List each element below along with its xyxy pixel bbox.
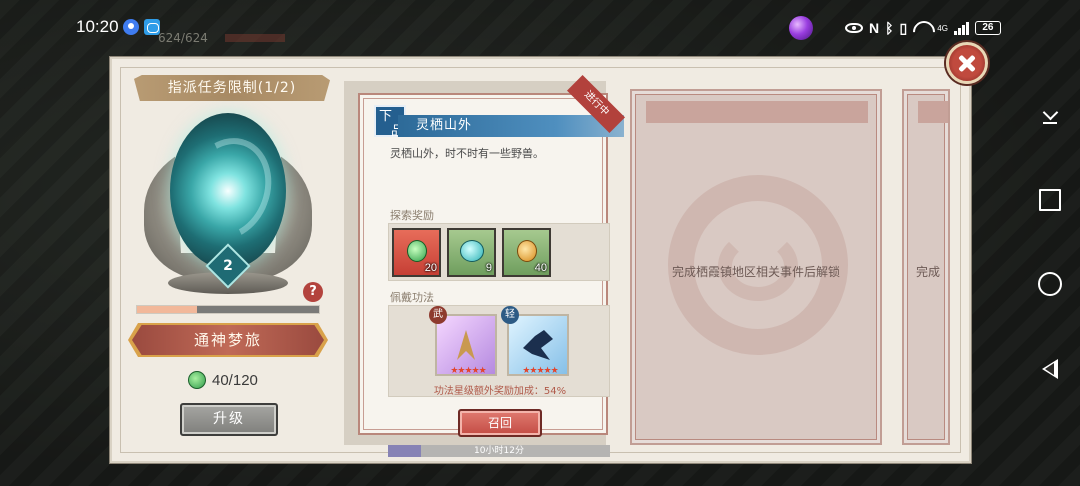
status-time: 10:20 <box>76 17 119 36</box>
green-jade-icon <box>188 371 206 389</box>
navigation-bar <box>1020 0 1080 486</box>
skill-bonus-text: 功法星级额外奖励加成：54% <box>433 386 567 397</box>
time-remaining-bar: 10小时12分 <box>388 445 610 457</box>
level-progress-bar <box>136 305 320 314</box>
upgrade-panel: 指派任务限制(1/2) 2 ? 通神梦旅 40/120 升级 <box>128 73 330 443</box>
vibrate-icon: ▯ <box>899 19 908 36</box>
task-card-body[interactable]: 下 品 灵栖山外 灵栖山外，时不时有一些野兽。 探索奖励 20 9 40 <box>358 93 624 457</box>
reward-list: 20 9 40 <box>388 223 610 281</box>
level-progress-fill <box>137 306 198 313</box>
reward-qty: 9 <box>485 262 492 274</box>
upgrade-button[interactable]: 升级 <box>180 403 278 436</box>
reward-item[interactable]: 20 <box>392 228 441 277</box>
signal-icon <box>953 21 969 35</box>
skill-type-tag: 轻 <box>501 306 519 324</box>
skill-name-banner: 通神梦旅 <box>132 325 324 355</box>
recall-button[interactable]: 召回 <box>458 409 542 437</box>
status-bar: 10:20 N ᛒ ▯ 4G 26 <box>0 0 1020 56</box>
battery-icon: 26 <box>974 21 1001 35</box>
task-title: 灵栖山外 <box>398 115 624 137</box>
nfc-icon: N <box>869 20 880 36</box>
upgrade-cost-value: 40/120 <box>212 371 258 389</box>
dispatch-limit-title: 指派任务限制(1/2) <box>134 75 330 101</box>
gold-coin-icon <box>517 240 537 262</box>
skill-section-label: 佩戴功法 <box>390 291 434 304</box>
cyan-pearl-icon <box>460 240 484 262</box>
dispatch-dialog: 指派任务限制(1/2) 2 ? 通神梦旅 40/120 升级 下 品 <box>110 57 971 463</box>
martial-skill-card[interactable]: 武 ★★★★★ <box>429 306 497 376</box>
locked-task-slot[interactable]: 完成栖霞镇地区相关事件后解锁 <box>630 89 882 445</box>
reward-item[interactable]: 40 <box>502 228 551 277</box>
equipped-skills: 武 ★★★★★ 轻 ★★★★★ 功法星级额外奖励加成：54% <box>388 305 610 397</box>
reward-item[interactable]: 9 <box>447 228 496 277</box>
wifi-icon <box>913 21 931 35</box>
green-jade-icon <box>407 240 427 262</box>
level-number: 2 <box>223 258 233 274</box>
chat-icon <box>144 19 160 35</box>
upgrade-cost: 40/120 <box>188 371 258 389</box>
location-icon <box>123 19 139 35</box>
locked-task-slot[interactable]: 完成 <box>902 89 950 445</box>
status-right-icons: N ᛒ ▯ 4G 26 <box>845 17 1001 39</box>
reward-qty: 40 <box>534 262 547 274</box>
skill-type-tag: 武 <box>429 306 447 324</box>
unlock-condition-text: 完成 <box>916 265 941 279</box>
locked-title-bar <box>918 101 948 123</box>
martial-skill-icon <box>457 330 475 360</box>
reward-qty: 20 <box>424 262 437 274</box>
nav-home-button[interactable] <box>1020 264 1080 304</box>
network-type-label: 4G <box>937 23 948 33</box>
assistant-orb-icon <box>789 16 813 40</box>
skill-stars: ★★★★★ <box>450 366 486 376</box>
nav-back-button[interactable] <box>1020 349 1080 389</box>
bluetooth-icon: ᛒ <box>885 20 894 36</box>
task-card: 下 品 灵栖山外 灵栖山外，时不时有一些野兽。 探索奖励 20 9 40 <box>344 75 625 457</box>
agility-skill-icon <box>523 330 553 360</box>
help-button[interactable]: ? <box>303 282 323 302</box>
time-remaining-text: 10小时12分 <box>474 446 524 456</box>
skill-stars: ★★★★★ <box>522 366 558 376</box>
unlock-condition-text: 完成栖霞镇地区相关事件后解锁 <box>671 265 840 279</box>
locked-title-bar <box>646 101 868 123</box>
task-description: 灵栖山外，时不时有一些野兽。 <box>390 147 544 160</box>
nav-collapse-icon[interactable] <box>1020 95 1080 135</box>
reward-section-label: 探索奖励 <box>390 209 434 222</box>
dream-orb: 2 <box>138 107 318 307</box>
eye-icon <box>845 23 863 33</box>
close-button[interactable] <box>946 42 988 84</box>
agility-skill-card[interactable]: 轻 ★★★★★ <box>501 306 569 376</box>
nav-recents-button[interactable] <box>1020 180 1080 220</box>
